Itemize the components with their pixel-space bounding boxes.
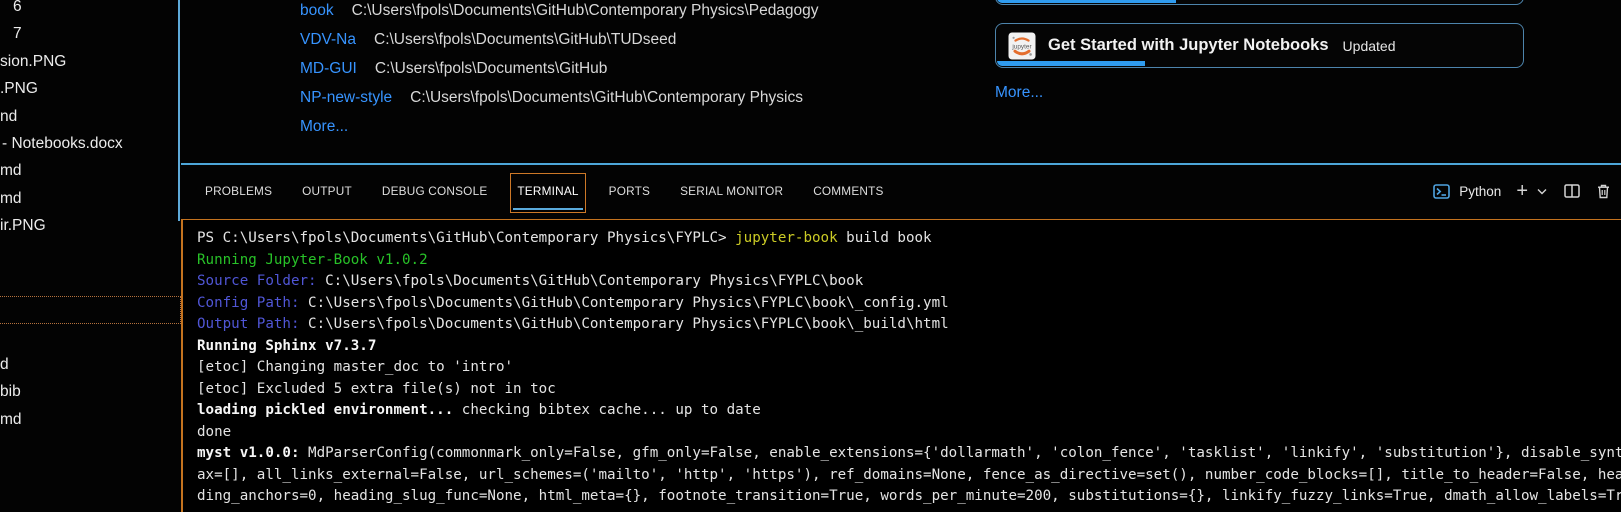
terminal-text-segment: [etoc] Changing master_doc to 'intro' — [197, 359, 513, 375]
terminal-line: Source Folder: C:\Users\fpols\Documents\… — [197, 271, 1621, 293]
recent-project-link[interactable]: VDV-Na — [300, 31, 356, 48]
file-list-item[interactable]: 7 — [0, 20, 178, 47]
recent-project-row: book C:\Users\fpols\Documents\GitHub\Cont… — [300, 0, 819, 25]
panel-tabs: PROBLEMS OUTPUT DEBUG CONSOLE TERMINAL PORTS… — [205, 164, 884, 218]
file-list-item[interactable]: md — [0, 185, 178, 212]
chevron-down-icon[interactable] — [1537, 188, 1547, 195]
panel-tab-output[interactable]: OUTPUT — [302, 164, 352, 218]
recent-project-path: C:\Users\fpols\Documents\GitHub\Contempo… — [352, 2, 819, 19]
terminal-text-segment: build book — [838, 230, 932, 246]
file-list-item[interactable]: bib — [0, 378, 178, 405]
terminal-text-segment: Running Sphinx v7.3.7 — [197, 338, 376, 354]
new-terminal-icon[interactable]: + — [1516, 181, 1528, 201]
terminal-line: [etoc] Changing master_doc to 'intro' — [197, 357, 1621, 379]
terminal-line: Config Path: C:\Users\fpols\Documents\Gi… — [197, 293, 1621, 315]
recent-project-path: C:\Users\fpols\Documents\GitHub — [375, 60, 608, 77]
terminal-text-segment: done — [197, 424, 231, 440]
file-focus-rect — [0, 296, 181, 324]
walkthrough-title: Get Started with Jupyter Notebooks — [1048, 36, 1329, 55]
file-list-top-group: 67sion.PNG.PNGnd- Notebooks.docxmdmdir.P… — [0, 0, 178, 240]
walkthrough-card-partial[interactable] — [995, 0, 1524, 5]
terminal-text-segment: Running Jupyter-Book v1.0.2 — [197, 252, 428, 268]
terminal-line: Output Path: C:\Users\fpols\Documents\Gi… — [197, 314, 1621, 336]
terminal-line: myst v1.0.0: MdParserConfig(commonmark_o… — [197, 443, 1621, 465]
terminal-line: Running Jupyter-Book v1.0.2 — [197, 250, 1621, 272]
terminal-text-segment: PS C:\Users\fpols\Documents\GitHub\Conte… — [197, 230, 735, 246]
panel-tab-serial-monitor[interactable]: SERIAL MONITOR — [680, 164, 783, 218]
recent-projects-list: book C:\Users\fpols\Documents\GitHub\Cont… — [300, 0, 819, 112]
walkthroughs-section: jupyter Get Started with Jupyter Noteboo… — [995, 0, 1524, 163]
file-list-item[interactable]: d — [0, 351, 178, 378]
recent-project-row: MD-GUI C:\Users\fpols\Documents\GitHub — [300, 54, 819, 83]
recent-project-link[interactable]: NP-new-style — [300, 89, 392, 106]
walkthrough-card-jupyter[interactable]: jupyter Get Started with Jupyter Noteboo… — [995, 23, 1524, 68]
shell-label[interactable]: Python — [1459, 184, 1501, 199]
window-edge-divider — [178, 0, 180, 221]
recent-project-link[interactable]: MD-GUI — [300, 60, 357, 77]
recent-project-row: NP-new-style C:\Users\fpols\Documents\Git… — [300, 83, 819, 112]
terminal-text-segment: C:\Users\fpols\Documents\GitHub\Contempo… — [308, 316, 949, 332]
svg-text:jupyter: jupyter — [1011, 43, 1032, 50]
file-list-item[interactable]: nd — [0, 103, 178, 130]
terminal-text-segment: [etoc] Excluded 5 extra file(s) not in t… — [197, 381, 556, 397]
recent-project-path: C:\Users\fpols\Documents\GitHub\TUDseed — [374, 31, 676, 48]
welcome-page: book C:\Users\fpols\Documents\GitHub\Cont… — [181, 0, 1621, 163]
jupyter-logo-icon: jupyter — [1008, 32, 1036, 60]
panel-actions: Python + — [1433, 164, 1610, 218]
file-list-item[interactable]: .PNG — [0, 75, 178, 102]
panel-tab-ports[interactable]: PORTS — [609, 164, 650, 218]
recent-project-path: C:\Users\fpols\Documents\GitHub\Contempo… — [410, 89, 803, 106]
terminal-line: Running Sphinx v7.3.7 — [197, 336, 1621, 358]
background-file-list-window: 67sion.PNG.PNGnd- Notebooks.docxmdmdir.P… — [0, 0, 178, 512]
terminal-line: loading pickled environment... checking … — [197, 400, 1621, 422]
terminal-text-segment: Config Path: — [197, 295, 308, 311]
recent-project-row: VDV-Na C:\Users\fpols\Documents\GitHub\TU… — [300, 25, 819, 54]
walkthrough-progress-bar — [997, 0, 1176, 3]
panel-tab-terminal[interactable]: TERMINAL — [517, 164, 578, 218]
file-list-item[interactable]: ir.PNG — [0, 212, 178, 239]
file-list-item[interactable]: 6 — [0, 0, 178, 20]
panel-tab-comments[interactable]: COMMENTS — [813, 164, 883, 218]
terminal-line: done — [197, 422, 1621, 444]
panel-tab-bar: PROBLEMS OUTPUT DEBUG CONSOLE TERMINAL PORTS… — [181, 164, 1621, 218]
file-list-item[interactable]: sion.PNG — [0, 48, 178, 75]
walkthrough-progress-bar — [997, 61, 1145, 66]
trash-icon[interactable] — [1597, 184, 1610, 199]
terminal-text-segment: Output Path: — [197, 316, 308, 332]
file-list-item[interactable]: md — [0, 406, 178, 433]
terminal-line: ax=[], all_links_external=False, url_sch… — [197, 465, 1621, 487]
terminal-icon — [1433, 184, 1450, 199]
recent-more-link[interactable]: More... — [300, 112, 348, 141]
file-list-bottom-group: dbibmd — [0, 351, 178, 433]
terminal-text-segment: C:\Users\fpols\Documents\GitHub\Contempo… — [308, 295, 949, 311]
walkthrough-updated-badge: Updated — [1343, 38, 1396, 54]
terminal-text-segment: ding_anchors=0, heading_slug_func=None, … — [197, 488, 1621, 504]
terminal-text-segment: loading pickled environment... — [197, 402, 453, 418]
terminal-text-segment: MdParserConfig(commonmark_only=False, gf… — [300, 445, 1621, 461]
walkthroughs-more-link[interactable]: More... — [995, 84, 1043, 102]
terminal-text-segment: ax=[], all_links_external=False, url_sch… — [197, 467, 1621, 483]
split-terminal-icon[interactable] — [1564, 184, 1580, 198]
terminal-text-segment: Source Folder: — [197, 273, 325, 289]
file-list-item[interactable]: md — [0, 157, 178, 184]
terminal-line: PS C:\Users\fpols\Documents\GitHub\Conte… — [197, 228, 1621, 250]
file-list-item[interactable]: - Notebooks.docx — [0, 130, 178, 157]
panel-tab-problems[interactable]: PROBLEMS — [205, 164, 272, 218]
recent-project-link[interactable]: book — [300, 2, 334, 19]
terminal-line: ding_anchors=0, heading_slug_func=None, … — [197, 486, 1621, 508]
terminal-text-segment: checking bibtex cache... up to date — [453, 402, 761, 418]
terminal-text-segment: jupyter-book — [735, 230, 838, 246]
vscode-screenshot: 67sion.PNG.PNGnd- Notebooks.docxmdmdir.P… — [0, 0, 1621, 512]
terminal-text-segment: myst v1.0.0: — [197, 445, 300, 461]
panel-tab-debug-console[interactable]: DEBUG CONSOLE — [382, 164, 488, 218]
terminal-text-segment: C:\Users\fpols\Documents\GitHub\Contempo… — [325, 273, 863, 289]
terminal-line: [etoc] Excluded 5 extra file(s) not in t… — [197, 379, 1621, 401]
terminal-viewport[interactable]: PS C:\Users\fpols\Documents\GitHub\Conte… — [183, 220, 1621, 512]
